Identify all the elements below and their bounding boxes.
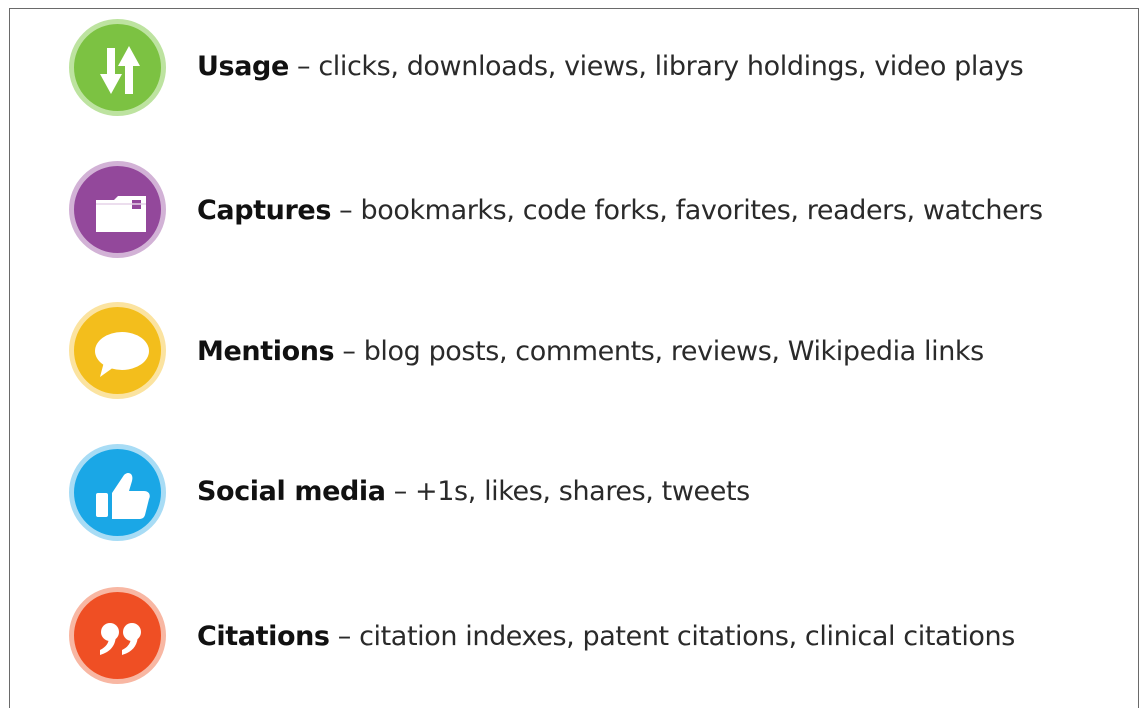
separator: – (288, 51, 319, 82)
metric-description: blog posts, comments, reviews, Wikipedia… (363, 336, 985, 367)
separator: – (385, 476, 416, 507)
metric-term: Mentions (197, 336, 335, 367)
arrows-up-down-icon (69, 19, 166, 116)
metric-description: bookmarks, code forks, favorites, reader… (360, 195, 1043, 226)
thumbs-up-icon (69, 444, 166, 541)
metric-term: Usage (197, 51, 289, 82)
metric-label-citations: Citations – citation indexes, patent cit… (197, 620, 1015, 654)
metric-label-captures: Captures – bookmarks, code forks, favori… (197, 194, 1043, 228)
speech-bubble-icon (69, 302, 166, 399)
metric-description: +1s, likes, shares, tweets (415, 476, 750, 507)
metric-term: Social media (197, 476, 386, 507)
metric-term: Citations (197, 621, 330, 652)
separator: – (331, 195, 361, 226)
metric-row-mentions: Mentions – blog posts, comments, reviews… (10, 302, 1138, 402)
metric-term: Captures (197, 195, 331, 226)
quote-icon (69, 587, 166, 684)
metric-row-social-media: Social media – +1s, likes, shares, tweet… (10, 444, 1138, 544)
metric-label-social-media: Social media – +1s, likes, shares, tweet… (197, 475, 750, 509)
metric-row-captures: Captures – bookmarks, code forks, favori… (10, 161, 1138, 261)
metric-description: citation indexes, patent citations, clin… (359, 621, 1015, 652)
separator: – (329, 621, 360, 652)
metric-row-citations: Citations – citation indexes, patent cit… (10, 587, 1138, 687)
metric-description: clicks, downloads, views, library holdin… (318, 51, 1024, 82)
metric-label-mentions: Mentions – blog posts, comments, reviews… (197, 335, 984, 369)
folder-icon (69, 161, 166, 258)
separator: – (334, 336, 364, 367)
metric-row-usage: Usage – clicks, downloads, views, librar… (10, 19, 1138, 119)
metric-label-usage: Usage – clicks, downloads, views, librar… (197, 50, 1024, 84)
diagram-frame: Usage – clicks, downloads, views, librar… (9, 8, 1139, 708)
